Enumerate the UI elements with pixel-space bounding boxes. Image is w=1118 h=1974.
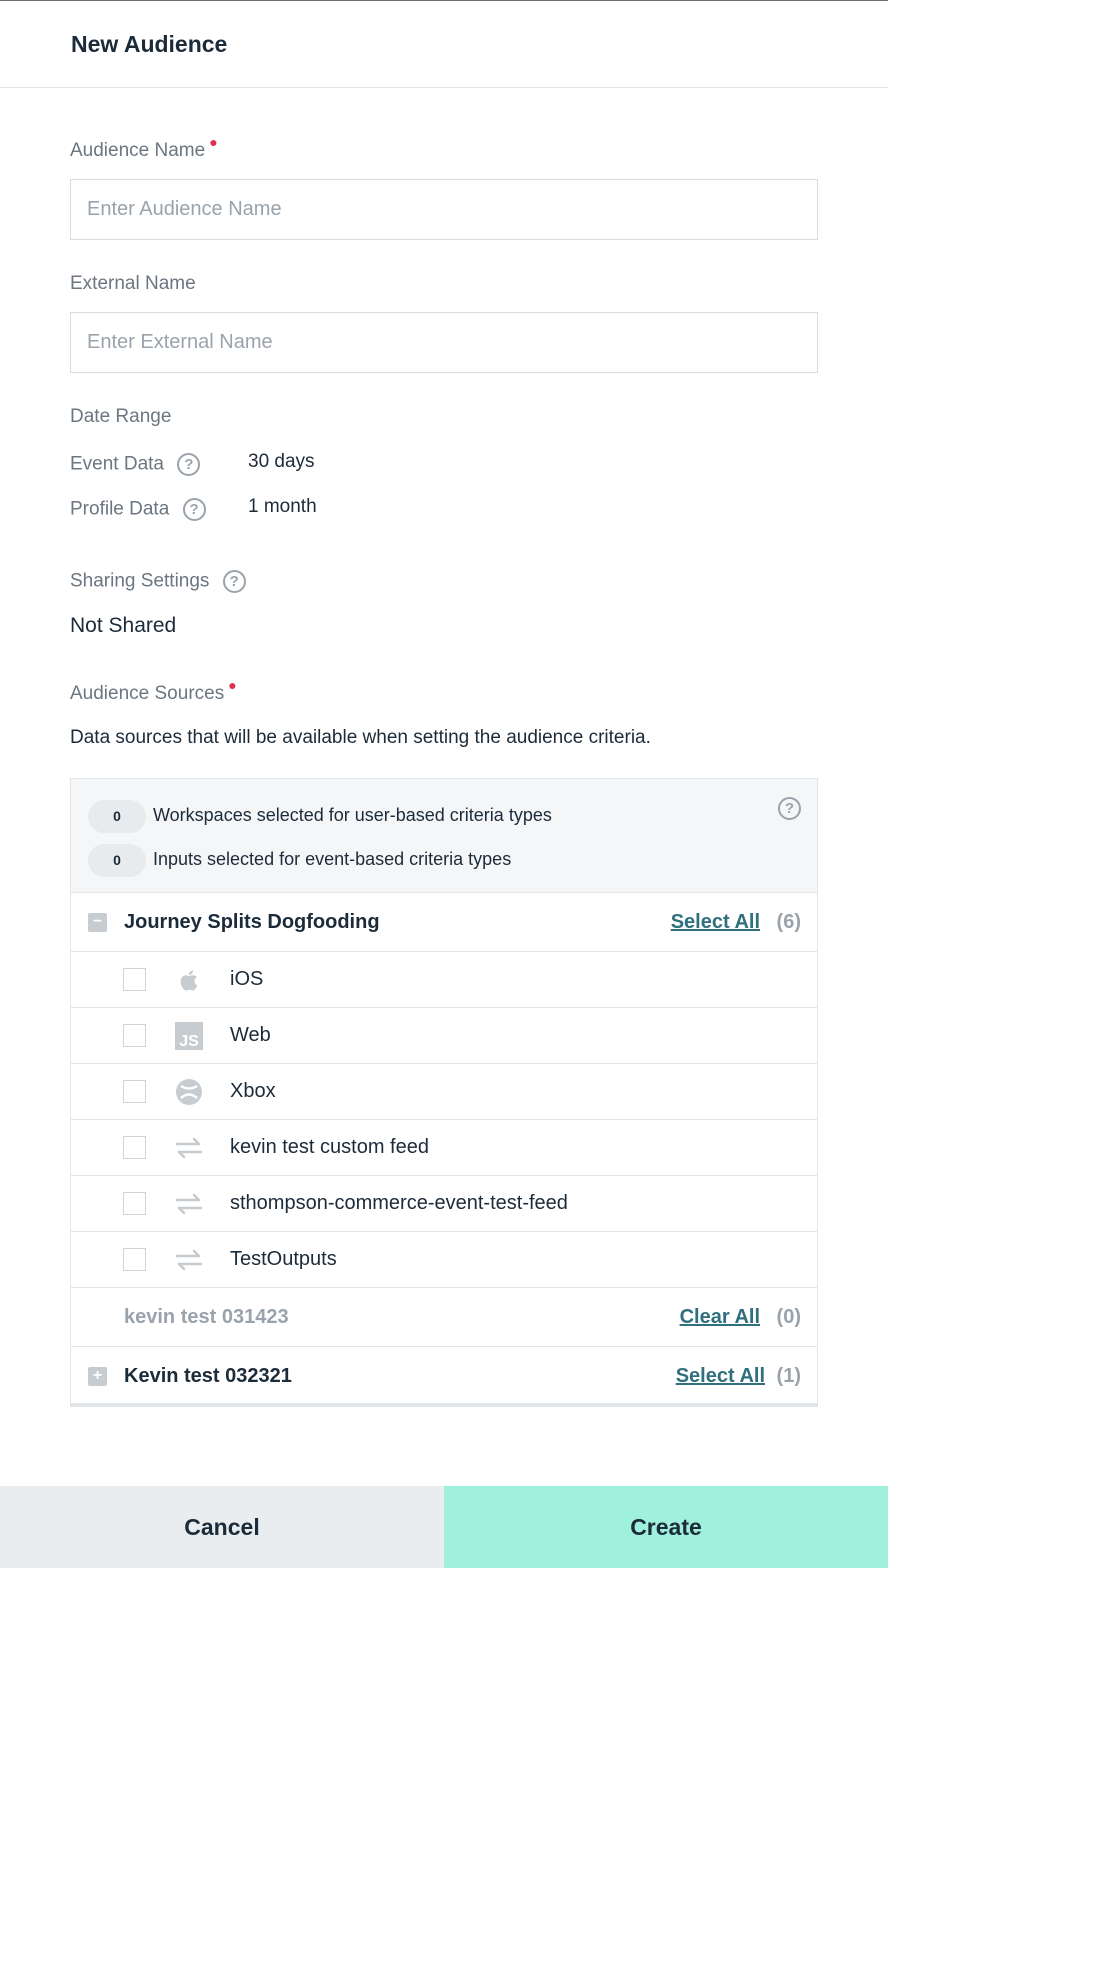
feed-arrows-icon xyxy=(175,1249,203,1271)
external-name-input[interactable] xyxy=(70,312,818,373)
group-name: Journey Splits Dogfooding xyxy=(124,911,380,933)
required-indicator: ● xyxy=(228,677,237,693)
source-checkbox[interactable] xyxy=(123,1024,146,1047)
select-all-link[interactable]: Select All xyxy=(671,911,760,934)
help-icon[interactable]: ? xyxy=(778,797,801,820)
expand-icon[interactable]: + xyxy=(88,1367,107,1386)
audience-sources-label: Audience Sources ● xyxy=(70,677,237,704)
modal-header: New Audience xyxy=(0,1,888,88)
external-name-label: External Name xyxy=(70,273,196,294)
inputs-count-badge: 0 xyxy=(88,844,146,877)
create-button[interactable]: Create xyxy=(444,1486,888,1568)
collapse-icon[interactable]: − xyxy=(88,913,107,932)
modal-title: New Audience xyxy=(71,31,228,57)
feed-arrows-icon xyxy=(175,1137,203,1159)
group-count: (1) xyxy=(776,1365,801,1387)
source-checkbox[interactable] xyxy=(123,968,146,991)
source-item[interactable]: iOS xyxy=(71,952,817,1008)
source-item[interactable]: sthompson-commerce-event-test-feed xyxy=(71,1176,817,1232)
xbox-icon xyxy=(176,1079,202,1105)
source-checkbox[interactable] xyxy=(123,1192,146,1215)
date-range-label: Date Range xyxy=(70,406,172,427)
source-name: sthompson-commerce-event-test-feed xyxy=(230,1192,568,1214)
workspaces-count-badge: 0 xyxy=(88,800,146,833)
cancel-button[interactable]: Cancel xyxy=(0,1486,444,1568)
sources-summary: 0 Workspaces selected for user-based cri… xyxy=(70,778,818,892)
help-icon[interactable]: ? xyxy=(182,498,206,521)
source-group: + Kevin test 032321 Select All (1) xyxy=(71,1347,817,1406)
source-group: kevin test 031423 Clear All (0) xyxy=(71,1288,817,1347)
help-icon[interactable]: ? xyxy=(222,570,246,593)
source-item[interactable]: TestOutputs xyxy=(71,1232,817,1288)
sharing-value: Not Shared xyxy=(70,614,177,637)
audience-name-input[interactable] xyxy=(70,179,818,240)
source-checkbox[interactable] xyxy=(123,1248,146,1271)
audience-name-label: Audience Name ● xyxy=(70,134,218,161)
source-name: TestOutputs xyxy=(230,1248,337,1270)
svg-text:JS: JS xyxy=(179,1033,199,1050)
source-name: Xbox xyxy=(230,1080,276,1102)
workspaces-summary-text: Workspaces selected for user-based crite… xyxy=(153,805,552,825)
source-name: kevin test custom feed xyxy=(230,1136,429,1158)
source-item[interactable]: JS Web xyxy=(71,1008,817,1064)
sources-list: − Journey Splits Dogfooding Select All (… xyxy=(70,892,818,1407)
apple-icon xyxy=(180,970,198,991)
source-name: Web xyxy=(230,1024,271,1046)
group-name: Kevin test 032321 xyxy=(124,1365,292,1387)
audience-sources-description: Data sources that will be available when… xyxy=(70,727,651,748)
source-item[interactable]: Xbox xyxy=(71,1064,817,1120)
javascript-icon: JS xyxy=(175,1022,203,1050)
feed-arrows-icon xyxy=(175,1193,203,1215)
help-icon[interactable]: ? xyxy=(177,453,201,476)
source-checkbox[interactable] xyxy=(123,1136,146,1159)
event-data-label: Event Data ? xyxy=(70,453,201,476)
required-indicator: ● xyxy=(209,134,218,150)
source-item[interactable]: kevin test custom feed xyxy=(71,1120,817,1176)
profile-data-label: Profile Data ? xyxy=(70,498,206,521)
source-checkbox[interactable] xyxy=(123,1080,146,1103)
sharing-settings-label: Sharing Settings ? xyxy=(70,570,246,593)
select-all-link[interactable]: Select All xyxy=(676,1365,765,1388)
modal-footer: Cancel Create xyxy=(0,1486,888,1568)
event-data-value: 30 days xyxy=(248,451,315,472)
group-count: (6) xyxy=(776,911,801,933)
inputs-summary-text: Inputs selected for event-based criteria… xyxy=(153,849,512,869)
source-group: − Journey Splits Dogfooding Select All (… xyxy=(71,893,817,952)
group-count: (0) xyxy=(776,1306,801,1328)
source-name: iOS xyxy=(230,968,264,990)
profile-data-value: 1 month xyxy=(248,496,317,517)
group-name: kevin test 031423 xyxy=(124,1306,289,1328)
clear-all-link[interactable]: Clear All xyxy=(680,1306,760,1329)
